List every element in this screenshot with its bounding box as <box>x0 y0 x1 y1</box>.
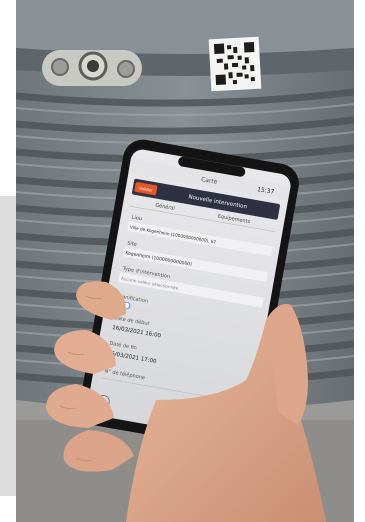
qr-code-sticker <box>208 36 262 92</box>
bin-photo: 15:37 Carte Valider Nouvelle interventio… <box>16 0 354 522</box>
right-margin <box>354 0 365 522</box>
left-gray-panel <box>0 196 16 496</box>
bin-lock <box>42 50 142 86</box>
photo-scene: 15:37 Carte Valider Nouvelle interventio… <box>0 0 365 522</box>
